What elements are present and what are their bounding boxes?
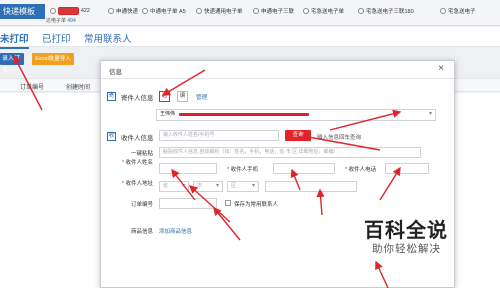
template-bar-title: 快递模板 (0, 4, 45, 19)
dialog-title: 信息 (109, 69, 122, 76)
smart-paste-label: 一键粘贴 (130, 151, 153, 157)
column-order-no: 订单编号 (20, 85, 45, 91)
excel-import-button[interactable]: Excel批量导入 (32, 53, 74, 65)
close-icon[interactable]: × (438, 64, 444, 74)
column-created-time: 创建时间 (66, 85, 91, 91)
recipient-mobile-input[interactable] (273, 163, 335, 174)
query-hint: 输入信息回车查询 (317, 135, 362, 141)
tab-printed[interactable]: 已打印 (42, 31, 71, 45)
save-contact-label: 保存为常用联系人 (234, 202, 279, 208)
radio-icon[interactable] (108, 8, 114, 14)
manage-sender-link[interactable]: 管理 (196, 93, 207, 101)
province-select[interactable]: 省 (159, 181, 189, 192)
template-option-redacted-label: ​ (58, 7, 79, 15)
template-sub-label: 达电子单 494 (46, 18, 76, 24)
query-button[interactable]: 查询 (285, 130, 311, 141)
template-option[interactable]: 宅急送电子 (440, 7, 476, 15)
radio-icon[interactable] (253, 8, 259, 14)
sender-icon: 寄 (107, 92, 116, 101)
recipient-section-label: 收件人信息 (121, 135, 154, 142)
template-option[interactable]: 快递通用电子单 (196, 7, 243, 15)
radio-icon[interactable] (196, 8, 202, 14)
add-order-button[interactable]: 录入订单 (0, 53, 24, 74)
city-select[interactable]: 市 (193, 181, 223, 192)
radio-icon[interactable] (50, 8, 56, 14)
radio-icon[interactable] (303, 8, 309, 14)
tab-contacts[interactable]: 常用联系人 (84, 31, 132, 45)
smart-paste-input[interactable]: 粘贴收件人信息,自动解析（如：姓名，手机，电话，省 市 区 详细地址，邮编） (159, 147, 421, 158)
recipient-phone-input[interactable] (385, 163, 429, 174)
order-no-label: 订单编号 (130, 202, 153, 208)
recipient-name-input[interactable] (159, 163, 217, 174)
template-option[interactable]: 申通电子三联 (253, 7, 294, 15)
recipient-name-label: * 收件人姓名 (121, 160, 153, 166)
recipient-search-input[interactable]: 输入收件人姓名/手机号 (159, 130, 279, 141)
redacted-sender-info (179, 113, 309, 116)
sender-section-label: 寄件人信息 (121, 95, 154, 102)
district-select[interactable]: 区 (227, 181, 259, 192)
recipient-address-label: * 收件人地址 (121, 181, 153, 187)
radio-icon[interactable] (142, 8, 148, 14)
save-contact-checkbox[interactable] (225, 200, 231, 206)
template-bar: 快递模板 ​ 422 申通快递 中通电子单 A5 快递通用电子单 申通电子三联 … (0, 0, 500, 26)
template-option-highlighted[interactable]: ​ 422 (50, 7, 90, 15)
detail-address-input[interactable] (265, 181, 357, 192)
template-option[interactable]: 中通电子单 A5 (142, 7, 186, 15)
template-option[interactable]: 宅急送电子单 (303, 7, 344, 15)
recipient-icon: 收 (107, 132, 116, 141)
recipient-mobile-label: * 收件人手机 (227, 167, 259, 173)
select-sender-button[interactable]: 选 (159, 91, 170, 102)
template-option[interactable]: 申通快递 (108, 7, 138, 15)
tab-bar: 未打印 已打印 常用联系人 (0, 27, 500, 49)
radio-icon[interactable] (358, 8, 364, 14)
dialog-header: 信息 × (101, 61, 454, 79)
order-no-input[interactable] (159, 198, 217, 209)
add-goods-link[interactable]: 添加商品信息 (159, 227, 192, 235)
edit-sender-button[interactable]: 编 (177, 91, 188, 102)
tab-unprinted[interactable]: 未打印 (0, 31, 29, 49)
template-option[interactable]: 宅急送电子三联180 (358, 7, 414, 15)
watermark-subtitle: 助你轻松解决 (372, 243, 441, 255)
watermark-title: 百科全说 (364, 220, 448, 242)
recipient-phone-label: * 收件人电话 (345, 167, 377, 173)
radio-icon[interactable] (440, 8, 446, 14)
goods-info-label: 商品信息 (130, 229, 153, 235)
